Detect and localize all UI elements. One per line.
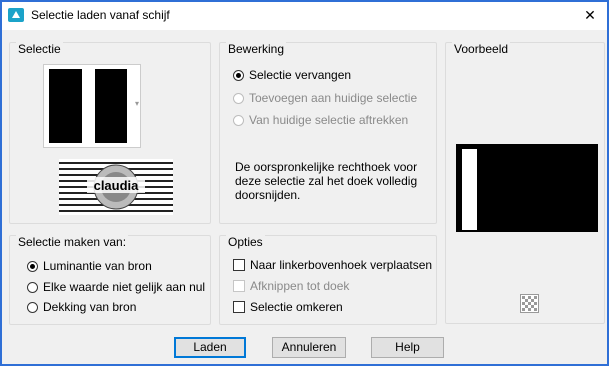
radio-toevoegen: Toevoegen aan huidige selectie xyxy=(233,91,417,105)
selection-thumbnail[interactable] xyxy=(43,64,141,148)
checkbox-linkerbovenhoek[interactable]: Naar linkerbovenhoek verplaatsen xyxy=(233,258,432,272)
radio-elke-waarde[interactable]: Elke waarde niet gelijk aan nul xyxy=(27,280,205,294)
title-bar: Selectie laden vanaf schijf ✕ xyxy=(2,2,607,30)
checkbox-afknippen: Afknippen tot doek xyxy=(233,279,349,293)
app-icon xyxy=(8,8,24,22)
radio-selectie-vervangen[interactable]: Selectie vervangen xyxy=(233,68,351,82)
load-button[interactable]: Laden xyxy=(174,337,246,358)
radio-dekking[interactable]: Dekking van bron xyxy=(27,300,136,314)
claudia-logo: claudia xyxy=(59,159,173,215)
window-title: Selectie laden vanaf schijf xyxy=(31,8,170,22)
dropdown-arrow-icon[interactable]: ▾ xyxy=(135,99,139,108)
voorbeeld-group: Voorbeeld xyxy=(445,42,605,324)
logo-text: claudia xyxy=(94,178,140,193)
checkbox-icon[interactable] xyxy=(233,301,245,313)
opties-group-label: Opties xyxy=(226,235,265,249)
radio-button-icon[interactable] xyxy=(233,69,244,81)
radio-button-icon[interactable] xyxy=(27,260,38,272)
bewerking-description: De oorspronkelijke rechthoek voor deze s… xyxy=(235,160,418,202)
transparency-toggle-icon[interactable] xyxy=(520,294,539,313)
help-button[interactable]: Help xyxy=(371,337,444,358)
radio-button-icon[interactable] xyxy=(27,301,38,313)
radio-aftrekken: Van huidige selectie aftrekken xyxy=(233,113,408,127)
opties-group: Opties Naar linkerbovenhoek verplaatsen … xyxy=(219,235,437,325)
dialog-window: Selectie laden vanaf schijf ✕ Selectie ▾… xyxy=(0,0,609,366)
checkbox-icon xyxy=(233,280,245,292)
preview-image xyxy=(456,144,598,232)
bewerking-group-label: Bewerking xyxy=(226,42,287,56)
checkbox-icon[interactable] xyxy=(233,259,245,271)
radio-button-icon[interactable] xyxy=(27,281,38,293)
maken-van-group: Selectie maken van: Luminantie van bron … xyxy=(9,235,211,325)
radio-button-icon xyxy=(233,92,244,104)
checkbox-selectie-omkeren[interactable]: Selectie omkeren xyxy=(233,300,343,314)
selectie-group-label: Selectie xyxy=(16,42,63,56)
radio-button-icon xyxy=(233,114,244,126)
voorbeeld-group-label: Voorbeeld xyxy=(452,42,511,56)
radio-luminantie[interactable]: Luminantie van bron xyxy=(27,259,152,273)
maken-van-group-label: Selectie maken van: xyxy=(16,235,129,249)
cancel-button[interactable]: Annuleren xyxy=(272,337,346,358)
bewerking-group: Bewerking Selectie vervangen Toevoegen a… xyxy=(219,42,437,224)
selectie-group: Selectie ▾ claudia xyxy=(9,42,211,224)
close-button[interactable]: ✕ xyxy=(579,5,601,25)
